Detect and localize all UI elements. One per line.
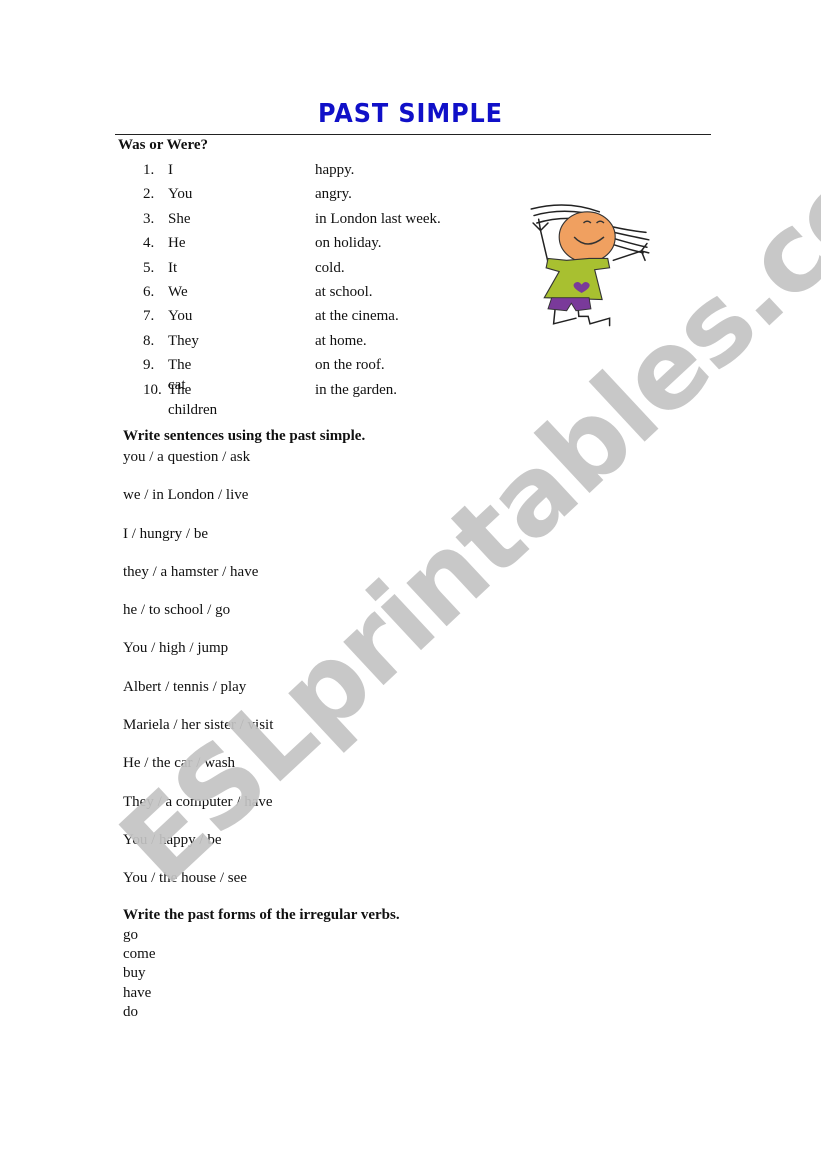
item-number: 8. [143,332,155,349]
list-item: buy [123,965,146,982]
sentence-prompts-list: you / a question / ask we / in London / … [123,447,273,907]
item-rest: on the roof. [315,357,385,374]
item-number: 4. [143,235,155,252]
item-rest: at school. [315,283,373,300]
item-rest: in London last week. [315,210,441,227]
list-item: go [123,927,138,943]
item-rest: cold. [315,259,345,276]
item-number: 3. [143,210,155,227]
item-subject: You [168,308,193,325]
item-number: 5. [143,259,155,276]
list-item: You / happy / be [123,831,222,848]
list-item: he / to school / go [123,602,231,619]
list-item: you / a question / ask [123,449,251,465]
item-rest: on holiday. [315,235,382,252]
item-number: 2. [143,186,155,203]
list-item: come [123,946,156,963]
item-rest: at home. [315,332,367,349]
item-subject: It [168,259,178,276]
item-number: 1. [143,162,155,178]
item-number: 7. [143,308,155,325]
item-rest: happy. [315,162,355,178]
list-item: He / the car / wash [123,755,236,772]
item-subject: I [168,162,173,178]
worksheet-page: PAST SIMPLE Was or Were? 1. I happy. 2. … [0,0,821,1169]
list-item: I / hungry / be [123,525,208,542]
item-subject: He [168,235,186,252]
irregular-verbs-list: go come buy have do [123,926,155,1022]
list-item: You / high / jump [123,640,229,657]
list-item: They / a computer / have [123,793,273,810]
list-item: they / a hamster / have [123,563,259,580]
list-item: You / the house / see [123,870,247,887]
item-rest: in the garden. [315,381,398,398]
item-subject: She [168,210,191,227]
section-heading-irregular-verbs: Write the past forms of the irregular ve… [123,907,400,923]
list-item: have [123,984,152,1001]
item-subject: They [168,332,199,349]
list-item: Mariela / her sister / visit [123,717,274,734]
cartoon-child-icon [530,204,650,327]
title-divider [115,134,711,135]
item-number: 6. [143,283,155,300]
list-item: do [123,1003,138,1020]
section-heading-write-sentences: Write sentences using the past simple. [123,428,366,444]
list-item: we / in London / live [123,487,249,504]
page-title: PAST SIMPLE [318,99,503,129]
item-rest: at the cinema. [315,308,399,325]
item-subject: You [168,186,193,203]
item-subject: The children [168,381,218,418]
item-rest: angry. [315,186,352,203]
section-heading-was-were: Was or Were? [118,137,208,153]
item-number: 10. [143,381,162,398]
item-subject: We [168,283,188,300]
list-item: Albert / tennis / play [123,678,247,695]
item-number: 9. [143,357,155,374]
